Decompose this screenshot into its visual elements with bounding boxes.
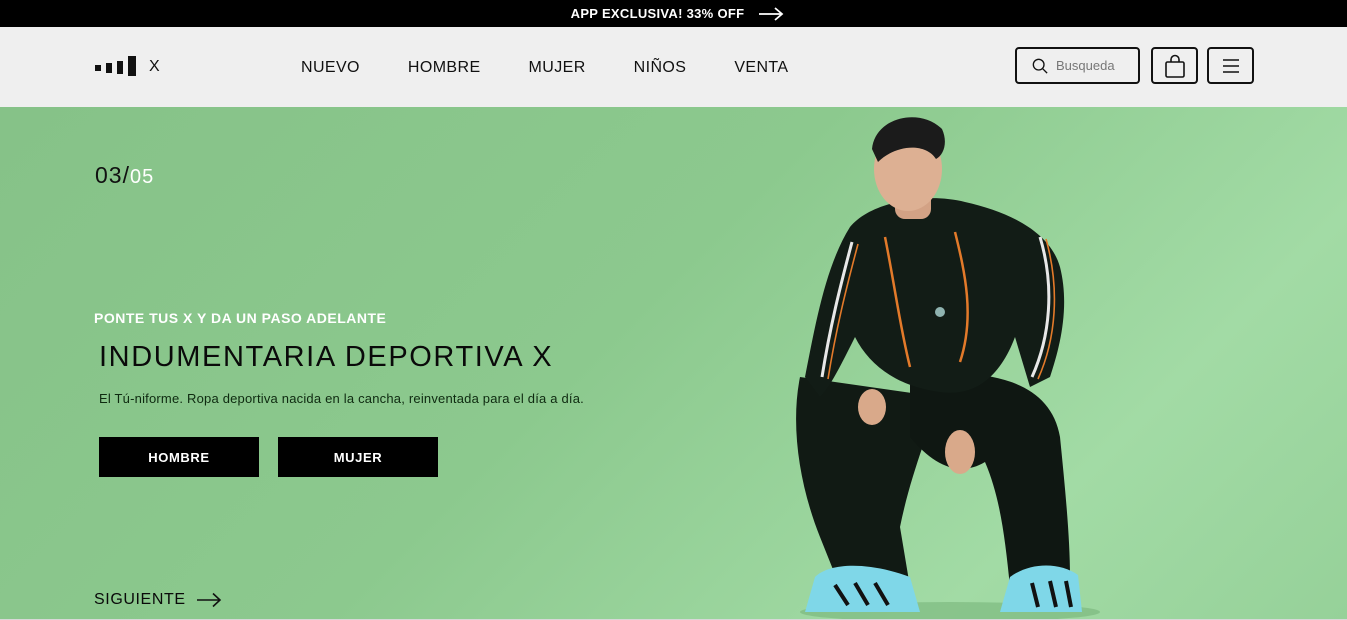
site-header: X NUEVO HOMBRE MUJER NIÑOS VENTA	[0, 27, 1347, 107]
shopping-bag-icon	[1164, 54, 1185, 78]
menu-button[interactable]	[1207, 47, 1254, 84]
nav-item-nuevo[interactable]: NUEVO	[301, 60, 360, 76]
hero-headline: INDUMENTARIA DEPORTIVA X	[99, 341, 554, 373]
shop-women-button[interactable]: MUJER	[278, 437, 438, 477]
shop-men-button[interactable]: HOMBRE	[99, 437, 259, 477]
main-nav: NUEVO HOMBRE MUJER NIÑOS VENTA	[301, 60, 836, 76]
arrow-right-icon	[196, 592, 221, 608]
hero-eyebrow: PONTE TUS X Y DA UN PASO ADELANTE	[94, 310, 387, 326]
slide-separator: /	[122, 162, 130, 188]
model-photo	[796, 117, 1100, 620]
slide-current: 03	[95, 162, 123, 188]
nav-item-venta[interactable]: VENTA	[734, 60, 788, 76]
arrow-right-icon[interactable]	[758, 6, 784, 21]
hero-banner: 03/05 PONTE TUS X Y DA UN PASO ADELANTE …	[0, 107, 1347, 620]
next-slide-link[interactable]: SIGUIENTE	[94, 591, 222, 609]
nav-item-ninos[interactable]: NIÑOS	[634, 60, 687, 76]
search-box[interactable]	[1015, 47, 1140, 84]
cart-button[interactable]	[1151, 47, 1198, 84]
hero-description: El Tú-niforme. Ropa deportiva nacida en …	[99, 391, 584, 406]
nav-item-mujer[interactable]: MUJER	[529, 60, 586, 76]
nav-item-hombre[interactable]: HOMBRE	[408, 60, 481, 76]
hamburger-menu-icon	[1222, 58, 1239, 73]
logo-text: X	[149, 58, 160, 75]
search-icon[interactable]	[1032, 57, 1048, 75]
slide-counter: 03/05	[95, 162, 154, 189]
search-input[interactable]	[1054, 57, 1138, 74]
slide-total: 05	[129, 166, 155, 188]
logo[interactable]: X	[95, 56, 160, 76]
promo-text[interactable]: APP EXCLUSIVA! 33% OFF	[571, 6, 745, 21]
logo-bars-icon	[95, 56, 136, 76]
next-slide-label: SIGUIENTE	[94, 591, 186, 608]
promo-bar[interactable]: APP EXCLUSIVA! 33% OFF	[0, 0, 1347, 27]
